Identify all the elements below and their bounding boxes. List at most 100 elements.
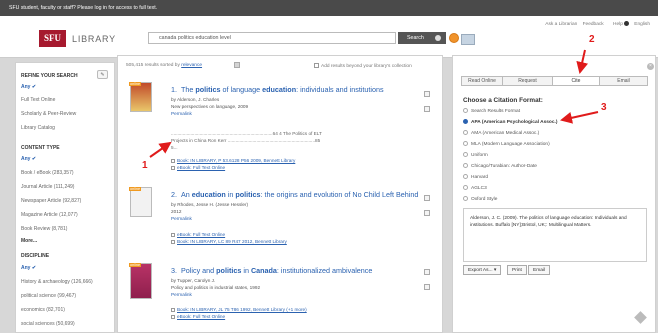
format-chicago[interactable]: Chicago/Turabian: Author-Date — [463, 163, 537, 169]
discipline-social-sciences[interactable]: social sciences (50,699) — [21, 321, 75, 327]
format-label: AGLC3 — [471, 185, 487, 191]
filter-full-text[interactable]: Full Text Online — [21, 97, 55, 103]
radio-button[interactable] — [463, 163, 468, 168]
result-author[interactable]: by Rhodes, Jesse H. (Jesse Hessler) — [171, 202, 248, 207]
availability-book[interactable]: Book: IN LIBRARY, LC 89 R47 2012, Bennet… — [171, 239, 287, 244]
availability-ebook[interactable]: eBook: Full Text Online — [171, 232, 225, 237]
radio-button[interactable] — [463, 108, 468, 113]
beyond-collection-toggle[interactable]: Add results beyond your library's collec… — [314, 63, 412, 69]
help-link[interactable]: Help — [609, 21, 629, 27]
export-as-button[interactable]: Export As... ▾ — [463, 265, 502, 275]
result-title-link[interactable]: An education in politics: the origins an… — [181, 190, 418, 199]
search-button[interactable]: Search — [398, 32, 446, 44]
result-number: 1. — [171, 85, 177, 94]
login-notice-text[interactable]: SFU student, faculty or staff? Please lo… — [9, 5, 157, 11]
discipline-history[interactable]: History & archaeology (126,666) — [21, 279, 93, 285]
radio-button[interactable] — [463, 152, 468, 157]
search-input[interactable]: canada politics education level — [148, 32, 396, 44]
format-apa[interactable]: APA (American Psychological Assoc.) — [463, 119, 557, 125]
availability-book[interactable]: Book: IN LIBRARY, P 53.6128 P56 2009, Be… — [171, 158, 295, 163]
close-icon[interactable]: × — [647, 63, 654, 70]
format-harvard[interactable]: Harvard — [463, 174, 488, 180]
permalink[interactable]: Permalink — [171, 111, 192, 116]
result-title-link[interactable]: The politics of language education: indi… — [181, 85, 384, 94]
permalink[interactable]: Permalink — [171, 292, 192, 297]
format-mla[interactable]: MLA (Modern Language Association) — [463, 141, 550, 147]
radio-button[interactable] — [463, 130, 468, 135]
quote-icon[interactable] — [424, 284, 430, 290]
book-cover-thumbnail[interactable]: online — [129, 263, 152, 299]
availability-ebook[interactable]: eBook: Full Text Online — [171, 314, 225, 319]
result-title-link[interactable]: Policy and politics in Canada: instituti… — [181, 266, 372, 275]
orange-badge-icon[interactable] — [449, 33, 459, 43]
sort-selector[interactable]: relevance — [181, 63, 202, 68]
format-label: Chicago/Turabian: Author-Date — [471, 163, 537, 169]
tab-email[interactable]: Email — [599, 76, 648, 86]
library-logo[interactable]: SFU LIBRARY — [39, 30, 116, 47]
radio-button[interactable] — [463, 196, 468, 201]
result-number: 2. — [171, 190, 177, 199]
permalink[interactable]: Permalink — [171, 216, 192, 221]
email-button[interactable]: Email — [528, 265, 550, 275]
format-aglc3[interactable]: AGLC3 — [463, 185, 487, 191]
content-type-book[interactable]: Book / eBook (283,357) — [21, 170, 74, 176]
filter-peer-review[interactable]: Scholarly & Peer-Review — [21, 111, 76, 117]
utility-links: Ask a Librarian Feedback Help English — [541, 21, 650, 27]
tab-cite[interactable]: Cite — [552, 76, 600, 86]
print-button[interactable]: Print — [507, 265, 527, 275]
discipline-any[interactable]: Any ✔ — [21, 265, 36, 271]
ask-librarian-link[interactable]: Ask a Librarian — [545, 22, 577, 27]
quote-icon[interactable] — [424, 106, 430, 112]
result-author[interactable]: by Alderson, J. Charles — [171, 97, 219, 102]
beyond-checkbox[interactable] — [314, 63, 319, 68]
tab-read-online[interactable]: Read Online — [461, 76, 503, 86]
format-uniform[interactable]: Uniform — [463, 152, 488, 158]
radio-button[interactable] — [463, 141, 468, 146]
tab-request[interactable]: Request — [502, 76, 553, 86]
edit-icon[interactable]: ✎ — [97, 70, 108, 79]
feedback-link[interactable]: Feedback — [583, 22, 604, 27]
online-badge: online — [129, 187, 142, 191]
refine-panel: REFINE YOUR SEARCH ✎ Any ✔ Full Text Onl… — [15, 62, 115, 333]
ebook-icon — [171, 232, 175, 237]
result-author[interactable]: by Tupper, Carolyn J. — [171, 278, 215, 283]
quote-icon[interactable] — [424, 210, 430, 216]
format-label: MLA (Modern Language Association) — [471, 141, 550, 147]
ebook-thumbnail[interactable]: online — [129, 187, 152, 217]
grid-view-icon[interactable] — [234, 62, 240, 68]
content-type-journal[interactable]: Journal Article (111,249) — [21, 184, 74, 190]
content-type-book-review[interactable]: Book Review (8,781) — [21, 226, 67, 232]
save-item-icon[interactable] — [424, 195, 430, 201]
language-selector[interactable]: English — [634, 22, 650, 27]
sfu-logo-mark: SFU — [39, 30, 67, 47]
content-type-magazine[interactable]: Magazine Article (12,077) — [21, 212, 78, 218]
format-ama[interactable]: AMA (American Medical Assoc.) — [463, 130, 539, 136]
content-type-any[interactable]: Any ✔ — [21, 156, 36, 162]
content-type-newspaper[interactable]: Newspaper Article (92,827) — [21, 198, 81, 204]
filter-any[interactable]: Any ✔ — [21, 84, 36, 90]
saved-items-icon[interactable] — [461, 34, 475, 45]
availability-ebook[interactable]: eBook: Full Text Online — [171, 165, 225, 170]
book-cover-thumbnail[interactable]: online — [129, 82, 152, 112]
content-type-more[interactable]: More... — [21, 238, 37, 244]
format-oxford[interactable]: Oxford Style — [463, 196, 497, 202]
radio-button[interactable] — [463, 174, 468, 179]
gear-icon[interactable] — [435, 35, 441, 41]
save-item-icon[interactable] — [424, 91, 430, 97]
discipline-economics[interactable]: economics (82,701) — [21, 307, 65, 313]
title-highlight: Canada — [250, 266, 277, 275]
beyond-label: Add results beyond your library's collec… — [321, 63, 412, 69]
format-label: Oxford Style — [471, 196, 498, 202]
login-notice-bar[interactable]: SFU student, faculty or staff? Please lo… — [0, 0, 658, 16]
radio-button[interactable] — [463, 185, 468, 190]
discipline-heading: DISCIPLINE — [21, 253, 50, 259]
save-item-icon[interactable] — [424, 269, 430, 275]
discipline-political-science[interactable]: political science (99,467) — [21, 293, 76, 299]
radio-button-selected[interactable] — [463, 119, 468, 124]
availability-text: eBook: Full Text Online — [177, 232, 226, 237]
availability-book[interactable]: Book: IN LIBRARY, JL 75 T86 1992, Bennet… — [171, 307, 307, 312]
title-highlight: education — [191, 190, 226, 199]
citation-text-box[interactable]: Alderson, J. C. (2009). The politics of … — [463, 208, 647, 262]
filter-library-catalog[interactable]: Library Catalog — [21, 125, 55, 131]
format-search-results[interactable]: Search Results Format — [463, 108, 520, 114]
